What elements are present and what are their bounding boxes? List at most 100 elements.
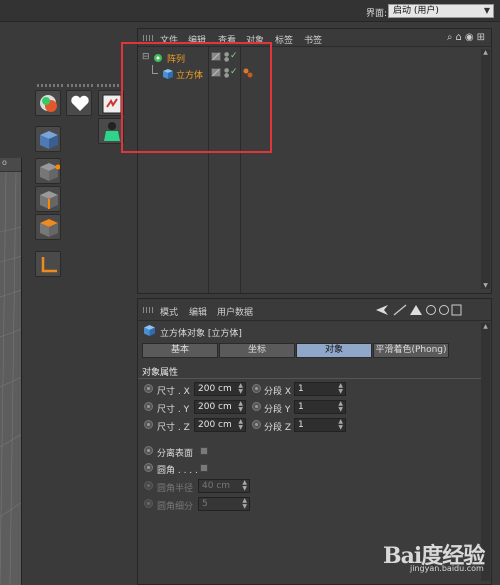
spinner-icon[interactable]: ▲ ▼ bbox=[338, 419, 343, 431]
object-manager: 文件 编辑 查看 对象 标签 书签 ⌕ ⌂ ◉ ⊞ ⊟ 阵列 ● ● ✓ 立方体 ● ● … bbox=[137, 28, 492, 294]
fillet-radius-row: 圆角半径 40 cm ▲ ▼ bbox=[142, 479, 342, 494]
timeline-button[interactable] bbox=[98, 90, 124, 116]
menu-tags[interactable]: 标签 bbox=[275, 33, 293, 46]
panel-grip-icon[interactable] bbox=[143, 35, 153, 41]
attribute-title: 立方体对象 [立方体] bbox=[160, 329, 242, 339]
section-title: 对象属性 bbox=[142, 368, 179, 378]
enabled-check-icon[interactable]: ✓ bbox=[230, 51, 238, 61]
axis-mode-button[interactable] bbox=[35, 251, 61, 277]
column-divider[interactable] bbox=[208, 47, 209, 293]
object-name-cube[interactable]: 立方体 bbox=[176, 68, 203, 81]
size-y-value: 200 cm bbox=[198, 402, 232, 412]
tab-object[interactable]: 对象 bbox=[296, 343, 372, 358]
enabled-check-icon[interactable]: ✓ bbox=[230, 67, 238, 77]
palette-grip[interactable] bbox=[67, 84, 95, 87]
polygon-mode-icon bbox=[40, 219, 58, 237]
menu-edit[interactable]: 编辑 bbox=[189, 305, 207, 318]
fillet-subdivision-field[interactable]: 5 ▲ ▼ bbox=[198, 497, 250, 511]
edge-mode-button[interactable] bbox=[35, 186, 61, 212]
size-y-row: 尺寸 . Y 200 cm ▲ ▼ 分段 Y 1 ▲ ▼ bbox=[142, 400, 482, 415]
size-y-field[interactable]: 200 cm ▲ ▼ bbox=[194, 400, 246, 414]
menu-edit[interactable]: 编辑 bbox=[188, 33, 206, 46]
editor-render-dots-icon[interactable]: ● ● bbox=[224, 52, 229, 63]
animate-radio[interactable] bbox=[252, 402, 261, 411]
visibility-icon[interactable] bbox=[211, 68, 221, 77]
favorite-button[interactable] bbox=[66, 90, 92, 116]
animate-radio[interactable] bbox=[252, 384, 261, 393]
palette-grip[interactable] bbox=[37, 84, 65, 87]
scroll-up-icon[interactable]: ▲ bbox=[482, 323, 489, 330]
menu-view[interactable]: 查看 bbox=[218, 33, 236, 46]
animate-radio[interactable] bbox=[144, 499, 153, 508]
back-arrow-icon bbox=[376, 305, 388, 315]
home-icon[interactable]: ⌂ bbox=[456, 32, 462, 43]
menu-bookmarks[interactable]: 书签 bbox=[304, 33, 322, 46]
animate-radio[interactable] bbox=[144, 481, 153, 490]
tab-coordinates[interactable]: 坐标 bbox=[219, 343, 295, 358]
segments-x-field[interactable]: 1 ▲ ▼ bbox=[294, 382, 346, 396]
fillet-radius-field[interactable]: 40 cm ▲ ▼ bbox=[198, 479, 250, 493]
menu-user-data[interactable]: 用户数据 bbox=[217, 305, 253, 318]
separate-surfaces-checkbox[interactable] bbox=[200, 447, 208, 455]
search-icon[interactable]: ⌕ bbox=[447, 32, 453, 43]
viewport-header: o bbox=[0, 158, 21, 172]
segments-y-field[interactable]: 1 ▲ ▼ bbox=[294, 400, 346, 414]
spinner-icon[interactable]: ▲ ▼ bbox=[238, 383, 243, 395]
animate-radio[interactable] bbox=[252, 420, 261, 429]
menu-file[interactable]: 文件 bbox=[160, 33, 178, 46]
size-z-value: 200 cm bbox=[198, 420, 232, 430]
menu-mode[interactable]: 模式 bbox=[160, 305, 178, 318]
chevron-down-icon: ▼ bbox=[483, 6, 490, 15]
animate-radio[interactable] bbox=[144, 446, 153, 455]
size-y-label: 尺寸 . Y bbox=[157, 405, 190, 415]
menu-object[interactable]: 对象 bbox=[246, 33, 264, 46]
object-row-array[interactable]: ⊟ 阵列 ● ● ✓ bbox=[138, 51, 491, 65]
object-row-cube[interactable]: 立方体 ● ● ✓ bbox=[138, 65, 491, 81]
palette-grip[interactable] bbox=[97, 84, 125, 87]
collapse-icon[interactable]: ⊟ bbox=[142, 52, 150, 62]
object-name-array[interactable]: 阵列 bbox=[167, 52, 185, 65]
attribute-title-row: 立方体对象 [立方体] bbox=[138, 321, 491, 341]
model-mode-button[interactable] bbox=[35, 126, 61, 152]
tab-basic[interactable]: 基本 bbox=[142, 343, 218, 358]
viewport[interactable]: o bbox=[0, 158, 22, 585]
slash-icon bbox=[393, 304, 407, 316]
material-tag-icon[interactable] bbox=[242, 68, 254, 78]
tab-phong[interactable]: 平滑着色(Phong) bbox=[373, 343, 449, 358]
character-button[interactable] bbox=[98, 118, 124, 144]
size-x-value: 200 cm bbox=[198, 384, 232, 394]
scene-tool-button[interactable] bbox=[35, 90, 61, 116]
spinner-icon[interactable]: ▲ ▼ bbox=[242, 498, 247, 510]
polygon-mode-button[interactable] bbox=[35, 214, 61, 240]
animate-radio[interactable] bbox=[144, 463, 153, 472]
spinner-icon[interactable]: ▲ ▼ bbox=[338, 383, 343, 395]
edge-mode-icon bbox=[40, 191, 58, 209]
expand-icon[interactable]: ⊞ bbox=[477, 32, 485, 43]
spinner-icon[interactable]: ▲ ▼ bbox=[242, 480, 247, 492]
attribute-manager-menubar: 模式 编辑 用户数据 bbox=[138, 299, 491, 321]
object-manager-scrollbar[interactable]: ▲ ▼ bbox=[481, 49, 490, 289]
scroll-up-icon[interactable]: ▲ bbox=[482, 49, 489, 56]
size-z-label: 尺寸 . Z bbox=[157, 423, 190, 433]
spinner-icon[interactable]: ▲ ▼ bbox=[238, 419, 243, 431]
visibility-icon[interactable] bbox=[211, 52, 221, 61]
size-x-field[interactable]: 200 cm ▲ ▼ bbox=[194, 382, 246, 396]
point-mode-button[interactable] bbox=[35, 158, 61, 184]
editor-render-dots-icon[interactable]: ● ● bbox=[224, 68, 229, 79]
scroll-down-icon[interactable]: ▼ bbox=[482, 282, 489, 289]
animate-radio[interactable] bbox=[144, 420, 153, 429]
animate-radio[interactable] bbox=[144, 402, 153, 411]
spinner-icon[interactable]: ▲ ▼ bbox=[338, 401, 343, 413]
fillet-checkbox[interactable] bbox=[200, 464, 208, 472]
column-divider[interactable] bbox=[240, 47, 241, 293]
animate-radio[interactable] bbox=[144, 384, 153, 393]
panel-grip-icon[interactable] bbox=[143, 307, 153, 313]
spinner-icon[interactable]: ▲ ▼ bbox=[238, 401, 243, 413]
separate-surfaces-row: 分离表面 bbox=[142, 444, 342, 459]
layout-select[interactable]: 启动 (用户) ▼ bbox=[388, 4, 494, 18]
pin-icon[interactable]: ◉ bbox=[465, 32, 474, 43]
size-z-field[interactable]: 200 cm ▲ ▼ bbox=[194, 418, 246, 432]
segments-z-field[interactable]: 1 ▲ ▼ bbox=[294, 418, 346, 432]
fillet-subdivision-label: 圆角细分 bbox=[157, 502, 194, 512]
fillet-radius-label: 圆角半径 bbox=[157, 484, 194, 494]
